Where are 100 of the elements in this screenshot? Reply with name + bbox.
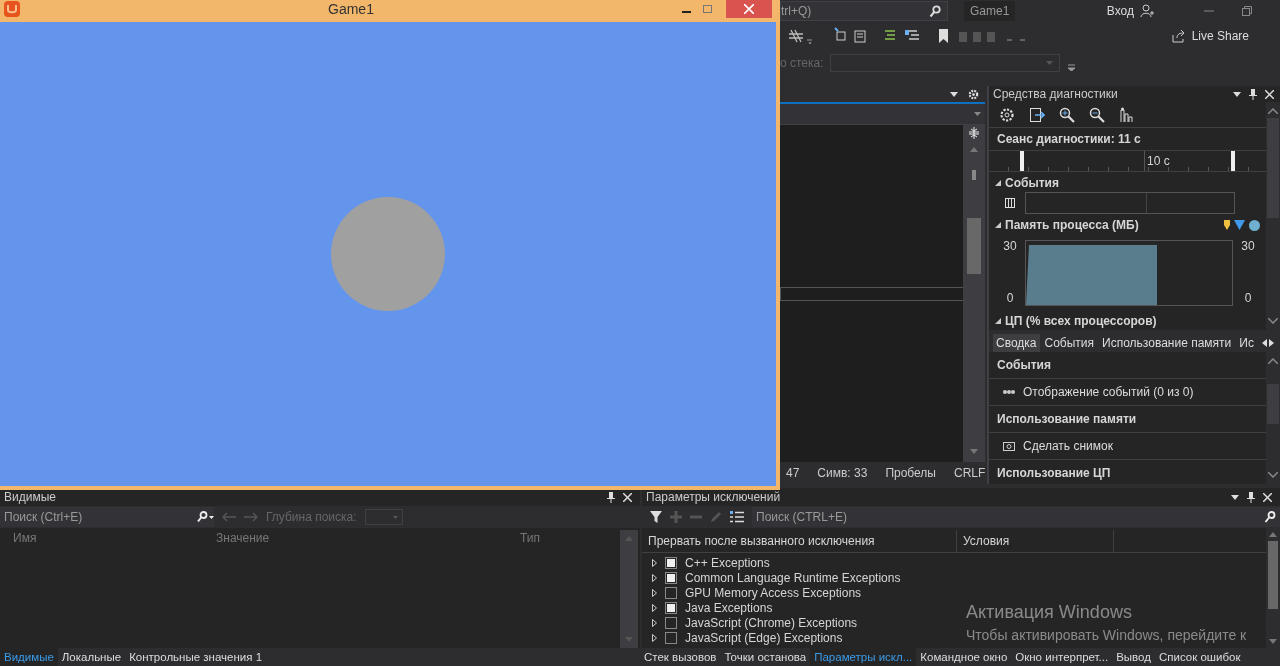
checkbox[interactable] — [665, 601, 677, 614]
expand-icon[interactable] — [995, 318, 1001, 325]
panel-tab[interactable]: Список ошибок — [1154, 648, 1245, 666]
panel-tab[interactable]: Точки останова — [720, 648, 811, 666]
overflow-icon[interactable] — [1067, 63, 1075, 71]
scroll-up-icon[interactable] — [1268, 108, 1278, 115]
sign-in-button[interactable]: Вход — [1106, 4, 1134, 18]
scroll-down-icon[interactable] — [1268, 472, 1278, 478]
gear-icon[interactable] — [968, 88, 979, 100]
expand-icon[interactable] — [995, 180, 1001, 187]
summary-heading: События — [989, 352, 1266, 379]
panel-tab[interactable]: Командное окно — [916, 648, 1012, 666]
window-title: Game1 — [328, 1, 374, 17]
zoom-out-icon[interactable] — [1089, 106, 1105, 123]
scroll-up-icon[interactable] — [1268, 358, 1278, 364]
filter-icon[interactable] — [650, 511, 662, 523]
search-icon — [929, 4, 941, 18]
scroll-thumb[interactable] — [967, 218, 981, 274]
zoom-in-icon[interactable] — [1059, 106, 1075, 123]
search-icon[interactable] — [1264, 511, 1276, 523]
timeline-ruler[interactable]: 10 с — [989, 151, 1266, 173]
status-text: Симв: 33 — [817, 466, 868, 480]
caret-icon[interactable] — [950, 91, 958, 97]
scrollbar[interactable] — [1266, 102, 1280, 331]
panel-tab[interactable]: Параметры искл... — [810, 648, 917, 666]
events-icon — [1003, 388, 1015, 396]
pin-icon[interactable] — [1249, 88, 1257, 100]
scroll-up-icon[interactable] — [1269, 532, 1277, 537]
caret-icon[interactable] — [1233, 91, 1241, 97]
activation-title: Активация Windows — [966, 602, 1133, 623]
restore-icon[interactable] — [1242, 6, 1252, 16]
column-header[interactable]: Прервать после вызванного исключения — [642, 530, 957, 552]
axis-tick: 30 — [1003, 240, 1017, 253]
pin-icon[interactable] — [607, 491, 615, 503]
summary-heading: Использование памяти — [989, 406, 1266, 433]
stack-label: о стека: — [780, 56, 824, 70]
panel-tab[interactable]: Окно интерпрет... — [1011, 648, 1113, 666]
scroll-right-icon[interactable] — [1269, 339, 1274, 348]
exception-name: GPU Memory Access Exceptions — [685, 585, 862, 600]
status-text: CRLF — [954, 466, 986, 480]
summary-link[interactable]: Отображение событий (0 из 0) — [1023, 385, 1194, 399]
triangle-marker-icon — [1234, 220, 1245, 231]
split-icon[interactable] — [968, 127, 980, 139]
panel-title: Параметры исключений — [646, 490, 781, 504]
column-header[interactable]: Условия — [957, 530, 1114, 552]
panel-tab[interactable]: Стек вызовов — [640, 648, 721, 666]
quick-launch-field[interactable]: trl+Q) — [780, 1, 948, 21]
diagnostics-tab[interactable]: Сводка — [993, 334, 1040, 352]
diagnostics-tab[interactable]: Использование памяти — [1099, 334, 1235, 352]
panel-title: Средства диагностики — [993, 87, 1118, 102]
user-icon[interactable] — [1140, 4, 1154, 18]
panel-tab[interactable]: Вывод — [1112, 648, 1155, 666]
export-icon[interactable] — [1029, 106, 1045, 123]
app-icon — [4, 1, 20, 17]
caret-icon — [392, 515, 398, 519]
close-icon[interactable] — [623, 492, 632, 502]
scrollbar[interactable] — [963, 125, 985, 462]
text-line-field[interactable] — [780, 286, 965, 301]
status-text: Пробелы — [885, 466, 936, 480]
panel-tab[interactable]: Контрольные значения 1 — [125, 648, 267, 666]
panel-title: Видимые — [4, 490, 56, 504]
camera-icon — [1003, 441, 1015, 451]
checkbox[interactable] — [665, 556, 677, 569]
share-icon — [1171, 29, 1186, 43]
exception-name: JavaScript (Edge) Exceptions — [685, 630, 843, 645]
panel-tab[interactable]: Видимые — [0, 648, 58, 666]
checkbox[interactable] — [665, 571, 677, 584]
scroll-left-icon[interactable] — [1262, 339, 1267, 348]
axis-tick: 30 — [1241, 240, 1255, 253]
scroll-down-icon[interactable] — [1269, 639, 1277, 644]
close-icon — [744, 4, 754, 14]
caret-icon[interactable] — [1231, 494, 1239, 500]
expand-icon[interactable] — [995, 222, 1001, 229]
list-icon[interactable] — [730, 511, 744, 523]
checkbox[interactable] — [665, 616, 677, 629]
close-icon[interactable] — [1263, 492, 1272, 502]
live-share-button[interactable]: Live Share — [1165, 28, 1255, 44]
chart-icon[interactable] — [1119, 106, 1135, 123]
checkbox[interactable] — [665, 586, 677, 599]
summary-link[interactable]: Сделать снимок — [1023, 439, 1113, 453]
column-header[interactable]: Тип — [520, 531, 540, 545]
status-text: 47 — [786, 466, 800, 480]
settings-icon[interactable] — [999, 106, 1015, 123]
close-icon[interactable] — [1265, 89, 1274, 99]
checkbox[interactable] — [665, 631, 677, 644]
columns-icon[interactable] — [1005, 198, 1015, 209]
axis-tick: 0 — [1244, 292, 1252, 305]
search-field[interactable]: Поиск (Ctrl+E) — [0, 507, 214, 527]
scroll-down-icon[interactable] — [1268, 318, 1278, 325]
panel-tab[interactable]: Локальные — [57, 648, 126, 666]
maximize-icon[interactable] — [703, 5, 712, 13]
diagnostics-tab[interactable]: События — [1041, 334, 1098, 352]
search-icon[interactable] — [196, 511, 214, 523]
close-button[interactable] — [726, 0, 772, 18]
scrollbar[interactable] — [1266, 528, 1280, 648]
exception-name: Common Language Runtime Exceptions — [685, 570, 901, 585]
axis-tick: 0 — [1006, 292, 1014, 305]
pin-icon[interactable] — [1247, 491, 1255, 503]
search-field[interactable]: Поиск (CTRL+E) — [752, 507, 1280, 527]
diagnostics-tab[interactable]: Ис — [1236, 334, 1257, 352]
